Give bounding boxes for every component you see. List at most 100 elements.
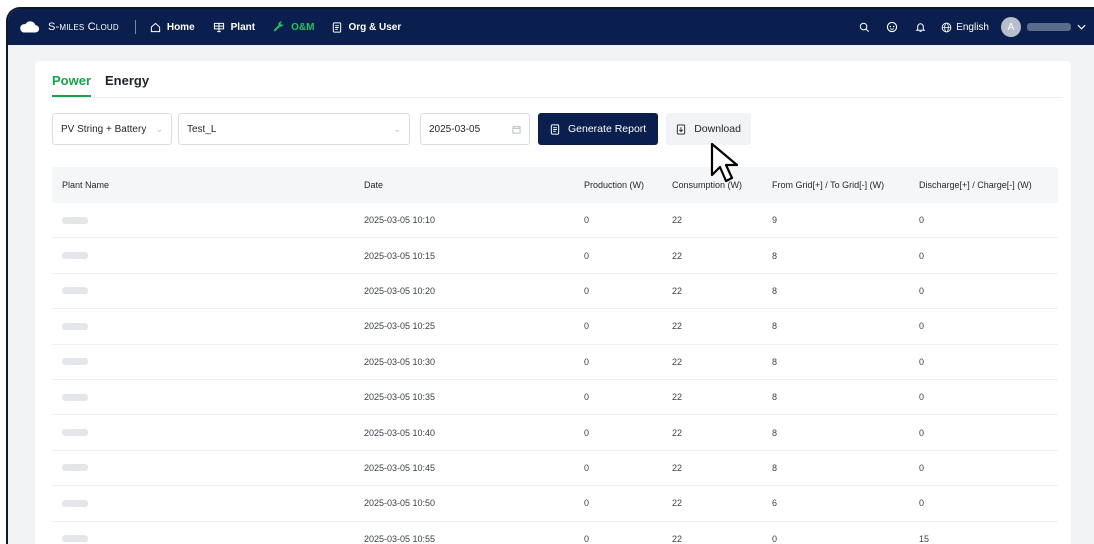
plant-name-redacted bbox=[62, 464, 88, 472]
username-redacted[interactable] bbox=[1027, 23, 1071, 31]
avatar[interactable]: A bbox=[1001, 17, 1021, 37]
date-picker[interactable]: 2025-03-05 bbox=[420, 113, 530, 145]
table-row[interactable]: 2025-03-05 10:30 0 22 8 0 bbox=[52, 345, 1058, 380]
mouse-pointer-icon bbox=[710, 142, 739, 183]
plant-name-redacted bbox=[62, 322, 88, 330]
cell-grid: 8 bbox=[772, 356, 778, 367]
cell-date: 2025-03-05 10:45 bbox=[364, 462, 436, 473]
cell-date: 2025-03-05 10:15 bbox=[364, 250, 436, 261]
cell-plant-name bbox=[52, 252, 354, 260]
cell-consumption: 22 bbox=[672, 498, 683, 509]
table-row[interactable]: 2025-03-05 10:50 0 22 6 0 bbox=[52, 486, 1058, 522]
generate-report-label: Generate Report bbox=[568, 123, 647, 135]
language-label: English bbox=[956, 21, 989, 33]
cell-plant-name bbox=[52, 464, 354, 472]
power-data-table: Plant Name Date Production (W) Consumpti… bbox=[52, 167, 1058, 544]
cell-production: 0 bbox=[584, 533, 590, 544]
cell-production: 0 bbox=[584, 215, 590, 226]
cell-production: 0 bbox=[584, 498, 590, 509]
header-plant-name[interactable]: Plant Name bbox=[52, 180, 354, 190]
cell-consumption: 22 bbox=[672, 392, 683, 403]
device-type-value: PV String + Battery bbox=[61, 123, 147, 135]
support-icon[interactable] bbox=[885, 20, 899, 34]
table-row[interactable]: 2025-03-05 10:45 0 22 8 0 bbox=[52, 451, 1058, 487]
header-date[interactable]: Date bbox=[354, 180, 574, 190]
cell-grid: 8 bbox=[772, 392, 778, 403]
table-row[interactable]: 2025-03-05 10:40 0 22 8 0 bbox=[52, 415, 1058, 451]
cell-date: 2025-03-05 10:55 bbox=[364, 533, 436, 544]
cell-consumption: 22 bbox=[672, 356, 683, 367]
cell-production: 0 bbox=[584, 462, 590, 473]
plant-name-redacted bbox=[62, 535, 88, 543]
nav-item-home-label: Home bbox=[166, 21, 195, 33]
report-icon bbox=[550, 123, 560, 135]
plant-select[interactable]: Test_L ⌄ bbox=[178, 113, 410, 145]
nav-item-om-label: O&M bbox=[291, 21, 315, 33]
cell-battery: 0 bbox=[919, 462, 925, 473]
table-row[interactable]: 2025-03-05 10:15 0 22 8 0 bbox=[52, 238, 1058, 274]
table-row[interactable]: 2025-03-05 10:25 0 22 8 0 bbox=[52, 309, 1058, 345]
plant-name-redacted bbox=[62, 252, 88, 260]
nav-item-plant[interactable]: Plant bbox=[213, 22, 255, 33]
cell-grid: 6 bbox=[772, 498, 778, 509]
table-body: 2025-03-05 10:10 0 22 9 0 2025-03-05 10:15 0 22… bbox=[52, 203, 1058, 544]
nav-item-om[interactable]: O&M bbox=[273, 21, 314, 33]
generate-report-button[interactable]: Generate Report bbox=[538, 113, 659, 145]
cell-plant-name bbox=[52, 535, 354, 543]
plant-name-redacted bbox=[62, 393, 88, 401]
cell-date: 2025-03-05 10:30 bbox=[364, 356, 436, 367]
home-icon bbox=[150, 22, 160, 32]
cell-grid: 8 bbox=[772, 285, 778, 296]
language-selector[interactable]: English bbox=[941, 22, 989, 33]
cell-battery: 0 bbox=[919, 215, 925, 226]
plant-name-redacted bbox=[62, 287, 88, 295]
cell-battery: 0 bbox=[919, 392, 925, 403]
table-row[interactable]: 2025-03-05 10:35 0 22 8 0 bbox=[52, 380, 1058, 416]
cell-date: 2025-03-05 10:35 bbox=[364, 392, 436, 403]
cell-plant-name bbox=[52, 287, 354, 295]
tab-power[interactable]: Power bbox=[52, 73, 92, 99]
table-row[interactable]: 2025-03-05 10:55 0 22 0 15 bbox=[52, 522, 1058, 544]
header-battery[interactable]: Discharge[+] / Charge[-] (W) bbox=[909, 180, 1058, 190]
cell-date: 2025-03-05 10:50 bbox=[364, 498, 436, 509]
bell-icon[interactable] bbox=[913, 20, 927, 34]
chevron-down-icon: ⌄ bbox=[393, 123, 401, 134]
header-production[interactable]: Production (W) bbox=[574, 180, 662, 190]
cell-plant-name bbox=[52, 322, 354, 330]
cell-date: 2025-03-05 10:25 bbox=[364, 321, 436, 332]
cell-consumption: 22 bbox=[672, 250, 683, 261]
table-row[interactable]: 2025-03-05 10:10 0 22 9 0 bbox=[52, 203, 1058, 239]
report-card: Power Energy PV String + Battery ⌄ Test_… bbox=[35, 61, 1071, 544]
cell-battery: 0 bbox=[919, 250, 925, 261]
cell-date: 2025-03-05 10:10 bbox=[364, 215, 436, 226]
table-row[interactable]: 2025-03-05 10:20 0 22 8 0 bbox=[52, 274, 1058, 310]
cell-plant-name bbox=[52, 393, 354, 401]
report-tabs: Power Energy bbox=[52, 73, 163, 99]
cell-consumption: 22 bbox=[672, 462, 683, 473]
chevron-down-icon[interactable] bbox=[1077, 24, 1086, 30]
search-icon[interactable] bbox=[857, 20, 871, 34]
nav-divider bbox=[134, 20, 136, 34]
download-icon bbox=[677, 123, 686, 135]
cell-battery: 0 bbox=[919, 356, 925, 367]
document-icon bbox=[333, 21, 342, 33]
cell-battery: 0 bbox=[919, 498, 925, 509]
cell-battery: 0 bbox=[919, 321, 925, 332]
header-grid[interactable]: From Grid[+] / To Grid[-] (W) bbox=[762, 180, 909, 190]
cell-battery: 0 bbox=[919, 427, 925, 438]
device-type-select[interactable]: PV String + Battery ⌄ bbox=[52, 113, 172, 145]
cell-consumption: 22 bbox=[672, 215, 683, 226]
cell-battery: 0 bbox=[919, 285, 925, 296]
brand[interactable]: S-miles Cloud bbox=[18, 20, 119, 34]
cell-plant-name bbox=[52, 358, 354, 366]
download-label: Download bbox=[694, 123, 741, 135]
cell-date: 2025-03-05 10:20 bbox=[364, 285, 436, 296]
tab-energy[interactable]: Energy bbox=[105, 73, 149, 99]
nav-item-org-user[interactable]: Org & User bbox=[332, 22, 401, 33]
cell-production: 0 bbox=[584, 250, 590, 261]
brand-name: S-miles Cloud bbox=[48, 21, 119, 33]
cell-date: 2025-03-05 10:40 bbox=[364, 427, 436, 438]
globe-icon bbox=[941, 22, 952, 32]
nav-item-home[interactable]: Home bbox=[150, 22, 195, 33]
plant-name-redacted bbox=[62, 216, 88, 224]
